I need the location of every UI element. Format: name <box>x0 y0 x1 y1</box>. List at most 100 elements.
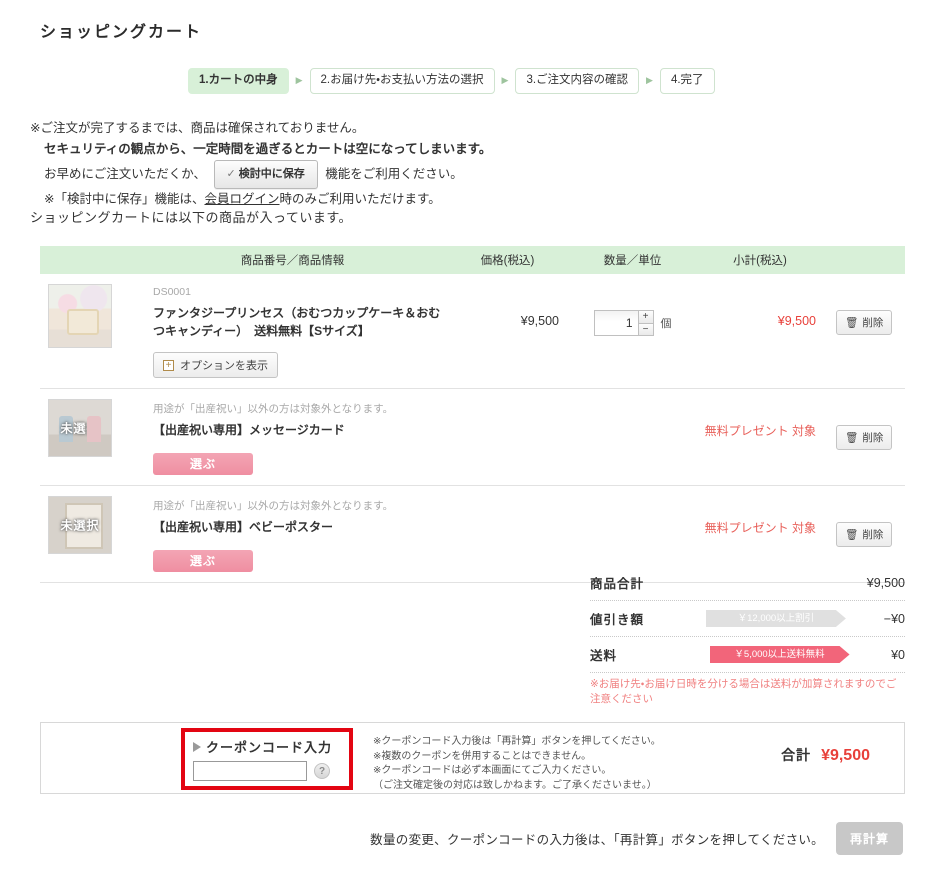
coupon-notes: ※クーポンコード入力後は「再計算」ボタンを押してください。 ※複数のクーポンを併… <box>373 735 661 793</box>
triangle-right-icon <box>193 741 201 752</box>
step-separator-2-icon: ▶ <box>501 75 509 86</box>
unselected-badge: 未選択 <box>60 421 100 436</box>
member-login-link[interactable]: 会員ログイン <box>204 192 279 206</box>
cart-notice: ※ご注文が完了するまでは、商品は確保されておりません。 セキュリティの観点から、… <box>30 118 491 210</box>
checkout-step-indicator: 1.カートの中身 ▶ 2.お届け先・お支払い方法の選択 ▶ 3.ご注文内容の確認… <box>188 68 715 94</box>
table-row: 未選択 用途が「出産祝い」以外の方は対象外となります。 【出産祝い専用】メッセー… <box>40 389 905 486</box>
notice-line-3: お早めにご注文いただくか、 ✓ 検討中に保存 機能をご利用ください。 <box>30 160 491 189</box>
delete-item-button[interactable]: 🗑 削除 <box>836 425 893 450</box>
cart-table-header: 商品番号／商品情報 価格(税込) 数量／単位 小計(税込) <box>40 246 905 274</box>
product-thumbnail-image[interactable]: 未選択 <box>48 399 112 457</box>
product-subtotal: 無料プレゼント 対象 <box>704 424 816 438</box>
step-2-label: 2.お届け先・お支払い方法の選択 <box>320 74 484 86</box>
step-1-cart[interactable]: 1.カートの中身 <box>188 68 289 94</box>
step-separator-1-icon: ▶ <box>295 75 303 86</box>
subtotal-row: 商品合計 ¥9,500 <box>590 565 905 601</box>
cart-table: 商品番号／商品情報 価格(税込) 数量／単位 小計(税込) DS0001 ファン… <box>40 246 905 583</box>
notice-line-4-after: 時のみご利用いただけます。 <box>279 192 441 206</box>
delete-item-button[interactable]: 🗑 削除 <box>836 310 893 335</box>
row-3-thumbnail-cell: 未選択 <box>40 496 135 554</box>
shipping-ribbon-label: ￥5,000以上送料無料 <box>734 649 825 660</box>
product-sku: DS0001 <box>153 286 191 298</box>
show-options-button[interactable]: + オプションを表示 <box>153 352 278 378</box>
quantity-increase-button[interactable]: + <box>637 310 654 323</box>
notice-line-3-after: 機能をご利用ください。 <box>325 166 463 181</box>
product-name[interactable]: ファンタジープリンセス（おむつカップケーキ＆おむつキャンディー） 送料無料【Sサ… <box>153 304 450 340</box>
quantity-decrease-button[interactable]: − <box>637 323 654 336</box>
subtotal-value: ¥9,500 <box>866 575 905 590</box>
product-name[interactable]: 【出産祝い専用】ベビーポスター <box>153 518 450 536</box>
stepper-spin-buttons[interactable]: + − <box>637 310 654 336</box>
question-mark-icon[interactable]: ? <box>314 763 330 779</box>
choose-gift-button[interactable]: 選ぶ <box>153 453 253 475</box>
row-2-delete-cell: 🗑 削除 <box>820 399 905 450</box>
show-options-label: オプションを表示 <box>180 360 268 372</box>
notice-line-2: セキュリティの観点から、一定時間を過ぎるとカートは空になってしまいます。 <box>44 142 492 156</box>
delete-label: 削除 <box>862 317 884 329</box>
row-1-info-cell: DS0001 ファンタジープリンセス（おむつカップケーキ＆おむつキャンディー） … <box>135 284 450 378</box>
coupon-note-3: ※クーポンコードは必ず本画面にてご入力ください。 <box>373 765 612 776</box>
page-title: ショッピングカート <box>40 24 203 41</box>
coupon-code-input[interactable] <box>193 761 307 781</box>
stepper-control[interactable]: + − <box>593 310 654 336</box>
step-1-label: 1.カートの中身 <box>199 74 278 86</box>
product-price: ¥9,500 <box>520 314 559 328</box>
row-1-delete-cell: 🗑 削除 <box>820 284 905 335</box>
product-subtotal: 無料プレゼント 対象 <box>704 521 816 535</box>
subtotal-label: 商品合計 <box>590 577 645 591</box>
step-3-confirm[interactable]: 3.ご注文内容の確認 <box>515 68 640 94</box>
notice-line-4-before: ※「検討中に保存」機能は、 <box>44 192 205 206</box>
header-subtotal: 小計(税込) <box>733 255 787 267</box>
shipping-value: ¥0 <box>891 647 905 662</box>
shipping-label: 送料 <box>590 649 618 663</box>
coupon-title: クーポンコード入力 <box>193 737 341 756</box>
row-1-thumbnail-cell <box>40 284 135 348</box>
delete-item-button[interactable]: 🗑 削除 <box>836 522 893 547</box>
recalculate-button[interactable]: 再計算 <box>835 822 903 855</box>
coupon-input-box: クーポンコード入力 ? <box>181 728 353 790</box>
shipping-note: ※お届け先・お届け日時を分ける場合は送料が加算されますのでご注意ください <box>590 678 897 705</box>
coupon-note-4: （ご注文確定後の対応は致しかねます。ご了承くださいませ。） <box>373 779 657 791</box>
header-price: 価格(税込) <box>480 255 535 267</box>
save-for-later-label: 検討中に保存 <box>238 168 305 180</box>
step-4-label: 4.完了 <box>670 74 704 86</box>
plus-box-icon: + <box>163 359 174 371</box>
quantity-input[interactable] <box>593 310 638 336</box>
product-price <box>450 399 565 429</box>
product-note: 用途が「出産祝い」以外の方は対象外となります。 <box>153 500 394 512</box>
cart-footer: 数量の変更、クーポンコードの入力後は、「再計算」ボタンを押してください。 再計算 <box>370 822 903 855</box>
save-for-later-button[interactable]: ✓ 検討中に保存 <box>213 160 318 189</box>
product-thumbnail-image[interactable]: 未選択 <box>48 496 112 554</box>
notice-line-1: ※ご注文が完了するまでは、商品は確保されておりません。 <box>30 121 365 135</box>
discount-ribbon-label: ￥12,000以上割引 <box>737 613 815 624</box>
trash-icon: 🗑 <box>845 317 859 329</box>
quantity-stepper[interactable]: + − 個 <box>565 284 700 336</box>
step-4-complete[interactable]: 4.完了 <box>659 68 715 94</box>
cart-intro-text: ショッピングカートには以下の商品が入っています。 <box>30 210 353 225</box>
trash-icon: 🗑 <box>845 432 859 444</box>
choose-gift-button[interactable]: 選ぶ <box>153 550 253 572</box>
grand-total-value: ¥9,500 <box>821 747 870 764</box>
discount-ribbon-badge: ￥12,000以上割引 <box>706 610 846 627</box>
product-subtotal: ¥9,500 <box>777 314 816 328</box>
coupon-input-row: ? <box>193 761 341 781</box>
table-row: DS0001 ファンタジープリンセス（おむつカップケーキ＆おむつキャンディー） … <box>40 274 905 389</box>
header-quantity: 数量／単位 <box>603 255 662 267</box>
coupon-note-1: ※クーポンコード入力後は「再計算」ボタンを押してください。 <box>373 736 661 747</box>
product-thumbnail-image[interactable] <box>48 284 112 348</box>
delete-label: 削除 <box>862 529 884 541</box>
product-name[interactable]: 【出産祝い専用】メッセージカード <box>153 421 450 439</box>
discount-value: −¥0 <box>883 611 905 626</box>
notice-line-3-before: お早めにご注文いただくか、 <box>44 166 207 181</box>
header-product-info: 商品番号／商品情報 <box>240 255 345 267</box>
step-2-shipping-payment[interactable]: 2.お届け先・お支払い方法の選択 <box>309 68 495 94</box>
shopping-cart-page: ショッピングカート 1.カートの中身 ▶ 2.お届け先・お支払い方法の選択 ▶ … <box>0 0 943 885</box>
quantity-unit: 個 <box>660 318 672 330</box>
check-icon: ✓ <box>226 168 236 180</box>
unselected-badge: 未選択 <box>60 518 100 533</box>
help-icon-label: ? <box>318 765 326 777</box>
coupon-panel: クーポンコード入力 ? ※クーポンコード入力後は「再計算」ボタンを押してください… <box>40 722 905 794</box>
row-3-delete-cell: 🗑 削除 <box>820 496 905 547</box>
coupon-note-2: ※複数のクーポンを併用することはできません。 <box>373 750 592 762</box>
discount-row: 値引き額 ￥12,000以上割引 −¥0 <box>590 601 905 637</box>
